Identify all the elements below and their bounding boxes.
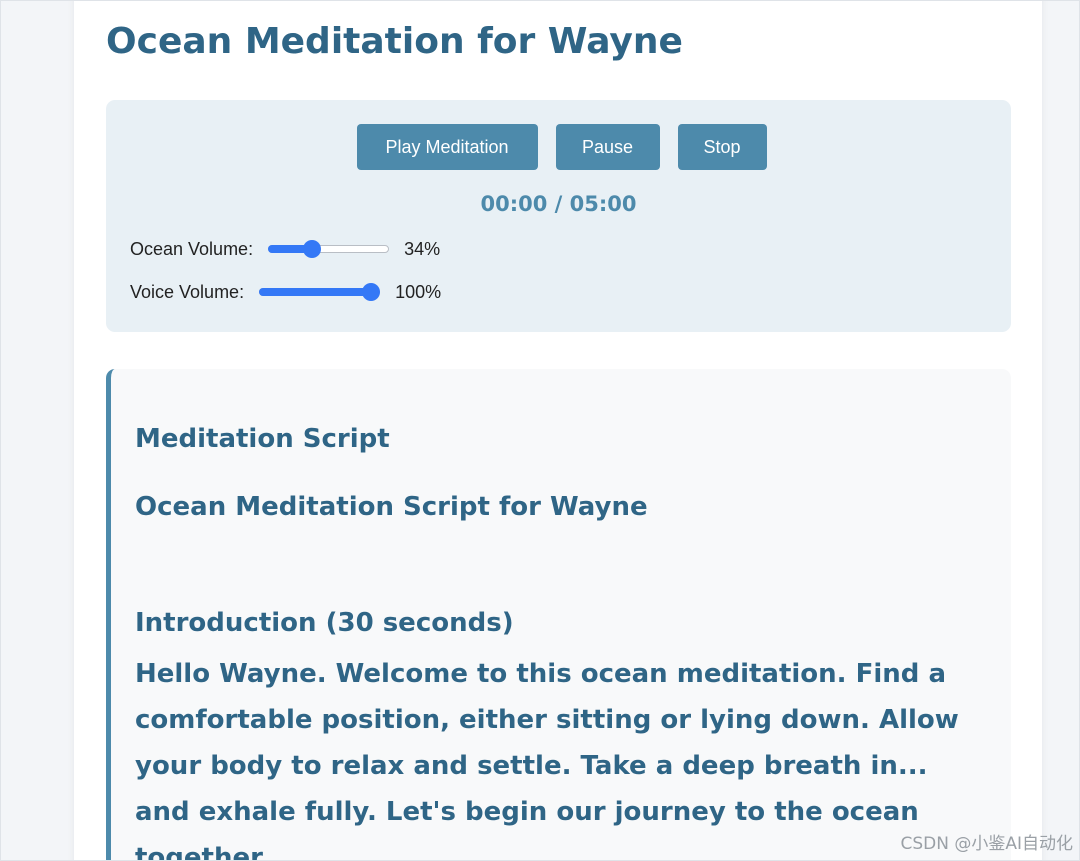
watermark: CSDN @小鉴AI自动化	[900, 834, 1073, 854]
script-heading: Meditation Script	[135, 424, 390, 454]
section-text: Hello Wayne. Welcome to this ocean medit…	[135, 659, 959, 861]
slider-thumb[interactable]	[362, 283, 381, 301]
slider-fill	[259, 288, 372, 296]
voice-volume-control: Voice Volume: 100%	[130, 281, 441, 303]
voice-volume-value: 100%	[395, 281, 442, 302]
script-panel: Meditation Script Ocean Meditation Scrip…	[106, 369, 1011, 861]
slider-thumb[interactable]	[303, 240, 322, 258]
play-meditation-button[interactable]: Play Meditation	[356, 124, 538, 170]
ocean-volume-value: 34%	[404, 238, 441, 259]
voice-volume-label: Voice Volume:	[130, 281, 245, 302]
page-title: Ocean Meditation for Wayne	[106, 21, 683, 62]
ocean-volume-label: Ocean Volume:	[130, 238, 254, 259]
section-title: Introduction (30 seconds)	[135, 608, 514, 638]
time-display: 00:00 / 05:00	[480, 192, 637, 216]
player-controls: Play Meditation Pause Stop	[106, 124, 1011, 170]
ocean-volume-slider[interactable]	[268, 238, 390, 260]
pause-button[interactable]: Pause	[555, 124, 660, 170]
player-panel: Play Meditation Pause Stop 00:00 / 05:00…	[106, 100, 1011, 332]
app-frame: Ocean Meditation for Wayne Play Meditati…	[0, 0, 1080, 861]
script-subheading: Ocean Meditation Script for Wayne	[135, 492, 648, 522]
ocean-volume-control: Ocean Volume: 34%	[130, 238, 440, 260]
stop-button[interactable]: Stop	[677, 124, 767, 170]
voice-volume-slider[interactable]	[259, 281, 381, 303]
script-content: Meditation Script Ocean Meditation Scrip…	[135, 421, 991, 861]
